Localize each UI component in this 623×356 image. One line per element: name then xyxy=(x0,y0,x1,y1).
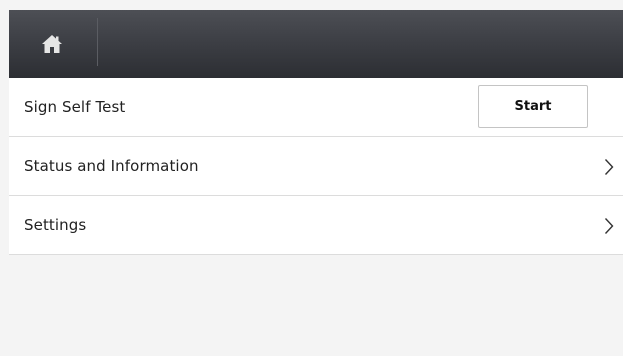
home-button[interactable] xyxy=(9,10,95,78)
chevron-right-icon xyxy=(604,158,614,176)
menu-list: Sign Self Test Start Status and Informat… xyxy=(9,78,623,255)
status-and-information-row[interactable]: Status and Information xyxy=(9,137,623,196)
settings-row[interactable]: Settings xyxy=(9,196,623,255)
chevron-right-icon xyxy=(604,217,614,235)
top-bar xyxy=(9,10,623,78)
screen: Sign Self Test Start Status and Informat… xyxy=(0,0,623,356)
top-bar-divider xyxy=(97,18,98,66)
status-and-information-label: Status and Information xyxy=(24,157,199,175)
sign-self-test-row: Sign Self Test Start xyxy=(9,78,623,137)
home-icon xyxy=(41,34,63,54)
settings-label: Settings xyxy=(24,216,87,234)
sign-self-test-label: Sign Self Test xyxy=(24,98,126,116)
start-button[interactable]: Start xyxy=(478,85,588,128)
